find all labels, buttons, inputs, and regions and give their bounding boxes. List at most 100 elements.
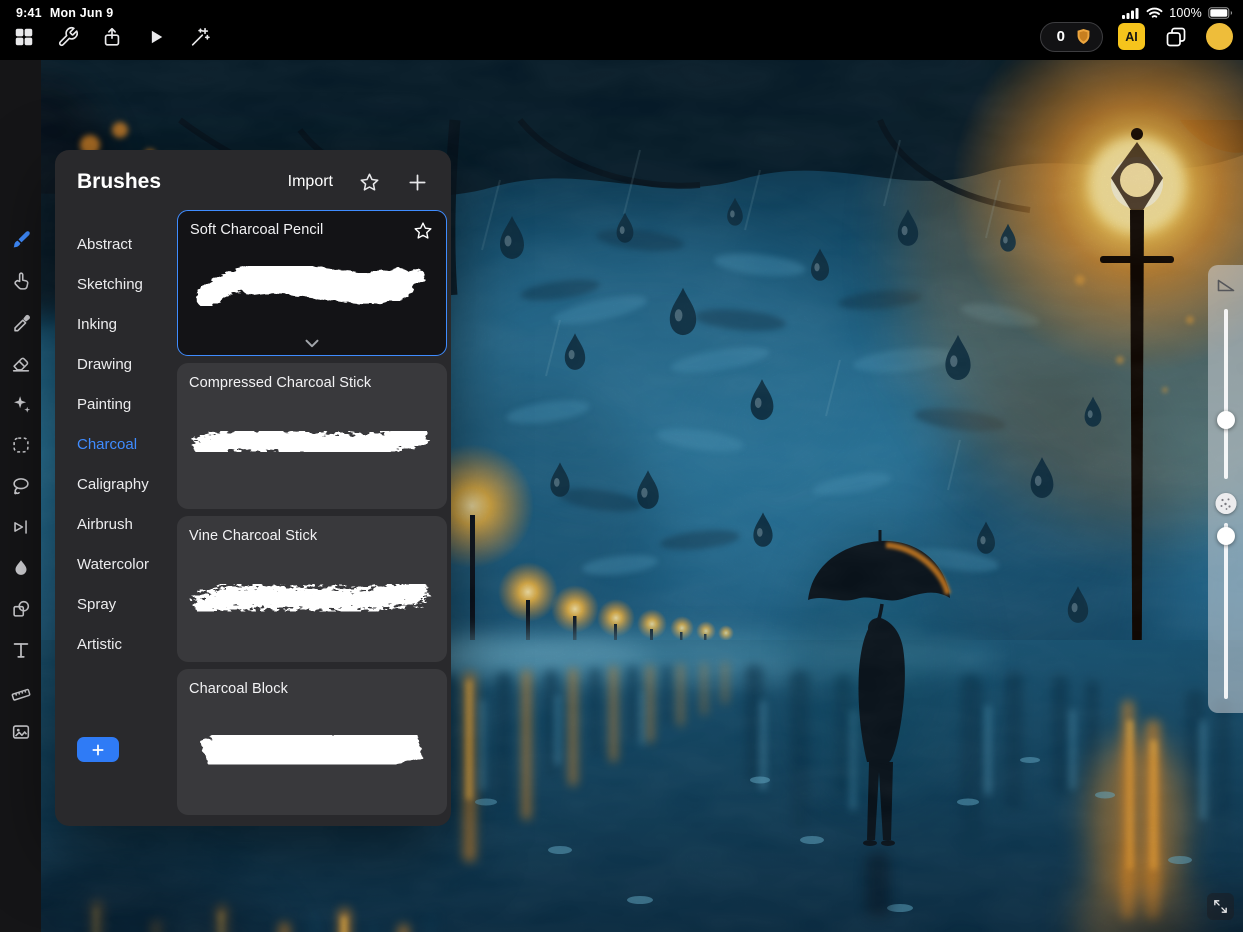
lasso-icon (10, 475, 32, 497)
wifi-icon (1146, 7, 1163, 19)
brush-name: Vine Charcoal Stick (189, 528, 317, 544)
favorite-star-icon[interactable] (412, 220, 434, 242)
category-abstract[interactable]: Abstract (77, 224, 177, 264)
brushes-panel-header: Brushes Import (55, 150, 451, 208)
category-caligraphy[interactable]: Caligraphy (77, 464, 177, 504)
category-inking[interactable]: Inking (77, 304, 177, 344)
import-button[interactable]: Import (288, 173, 333, 191)
brush-item-compressed-charcoal-stick[interactable]: Compressed Charcoal Stick (177, 363, 447, 509)
layers-icon (1164, 25, 1188, 49)
texture-dot-icon (1215, 493, 1236, 514)
ai-button[interactable]: AI (1118, 23, 1145, 50)
play-button[interactable] (140, 21, 171, 52)
fullscreen-button[interactable] (1207, 893, 1234, 920)
expand-icon (1212, 898, 1229, 915)
gallery-icon (13, 26, 35, 48)
symmetry-tool-button[interactable] (9, 515, 33, 539)
brush-item-soft-charcoal-pencil[interactable]: Soft Charcoal Pencil (177, 210, 447, 356)
layers-button[interactable] (1160, 21, 1191, 52)
brush-tool-button[interactable] (9, 228, 33, 252)
adjustments-tool-button[interactable] (9, 392, 33, 416)
share-button[interactable] (96, 21, 127, 52)
lasso-tool-button[interactable] (9, 474, 33, 498)
brush-name: Charcoal Block (189, 681, 288, 697)
chevron-down-icon[interactable] (301, 332, 323, 354)
category-watercolor[interactable]: Watercolor (77, 544, 177, 584)
plus-icon (406, 171, 429, 194)
cellular-signal-icon (1122, 7, 1140, 19)
ruler-tool-button[interactable] (9, 679, 33, 703)
favorites-button[interactable] (357, 170, 381, 194)
shapes-icon (10, 598, 32, 620)
panel-title: Brushes (77, 170, 161, 194)
actions-button[interactable] (52, 21, 83, 52)
brush-stroke-preview (189, 550, 435, 632)
text-icon (10, 639, 32, 661)
sparkle-icon (10, 393, 32, 415)
add-category-button[interactable] (77, 737, 119, 762)
eraser-icon (10, 352, 32, 374)
smudge-tool-button[interactable] (9, 269, 33, 293)
star-icon (358, 171, 381, 194)
brush-stroke-preview (189, 703, 435, 785)
paint-drop-icon (10, 557, 32, 579)
category-painting[interactable]: Painting (77, 384, 177, 424)
brush-name: Compressed Charcoal Stick (189, 375, 371, 391)
selection-tool-button[interactable] (9, 433, 33, 457)
marker-tool-button[interactable] (9, 310, 33, 334)
marker-brush-icon (10, 311, 32, 333)
brushes-panel: Brushes Import Abstract S (55, 150, 451, 826)
brush-size-handle[interactable] (1217, 411, 1235, 429)
brush-stroke-preview (190, 243, 434, 321)
brush-opacity-slider[interactable] (1224, 523, 1228, 699)
brush-category-column: Abstract Sketching Inking Drawing Painti… (55, 208, 177, 826)
status-time: 9:41 (16, 6, 42, 20)
play-icon (146, 27, 166, 47)
top-toolbar: 9:41 Mon Jun 9 100% (0, 0, 1243, 60)
image-icon (10, 721, 32, 743)
plus-icon (90, 742, 106, 758)
text-tool-button[interactable] (9, 638, 33, 662)
brush-name: Soft Charcoal Pencil (190, 222, 323, 238)
gallery-button[interactable] (8, 21, 39, 52)
share-icon (101, 26, 123, 48)
category-spray[interactable]: Spray (77, 584, 177, 624)
wrench-icon (57, 26, 79, 48)
left-tool-strip (0, 60, 41, 932)
category-charcoal[interactable]: Charcoal (77, 424, 177, 464)
magic-wand-button[interactable] (184, 21, 215, 52)
modify-button[interactable] (1215, 493, 1236, 514)
brush-slider-panel (1208, 265, 1243, 713)
ai-label: AI (1125, 30, 1138, 44)
smudge-finger-icon (10, 270, 32, 292)
status-date: Mon Jun 9 (50, 6, 114, 20)
eraser-tool-button[interactable] (9, 351, 33, 375)
brush-category-list: Abstract Sketching Inking Drawing Painti… (77, 224, 177, 664)
brush-stroke-preview (189, 397, 435, 479)
credits-count: 0 (1057, 28, 1065, 45)
paintbrush-icon (9, 228, 33, 252)
color-swatch-button[interactable] (1206, 23, 1233, 50)
ruler-icon (10, 680, 32, 702)
category-airbrush[interactable]: Airbrush (77, 504, 177, 544)
brush-size-slider[interactable] (1224, 309, 1228, 479)
fill-tool-button[interactable] (9, 556, 33, 580)
brush-item-vine-charcoal-stick[interactable]: Vine Charcoal Stick (177, 516, 447, 662)
size-wedge-icon (1217, 278, 1235, 292)
shape-tool-button[interactable] (9, 597, 33, 621)
brush-list: Soft Charcoal Pencil (177, 208, 451, 826)
category-artistic[interactable]: Artistic (77, 624, 177, 664)
shield-badge-icon (1074, 27, 1093, 46)
image-tool-button[interactable] (9, 720, 33, 744)
brush-opacity-handle[interactable] (1217, 527, 1235, 545)
battery-icon (1208, 7, 1233, 19)
credits-badge[interactable]: 0 (1040, 22, 1103, 52)
category-sketching[interactable]: Sketching (77, 264, 177, 304)
status-bar: 9:41 Mon Jun 9 100% (0, 5, 1243, 21)
brush-item-charcoal-block[interactable]: Charcoal Block (177, 669, 447, 815)
add-brush-set-button[interactable] (405, 170, 429, 194)
selection-icon (10, 434, 32, 456)
magic-wand-icon (189, 26, 211, 48)
category-drawing[interactable]: Drawing (77, 344, 177, 384)
battery-percent: 100% (1169, 6, 1202, 20)
